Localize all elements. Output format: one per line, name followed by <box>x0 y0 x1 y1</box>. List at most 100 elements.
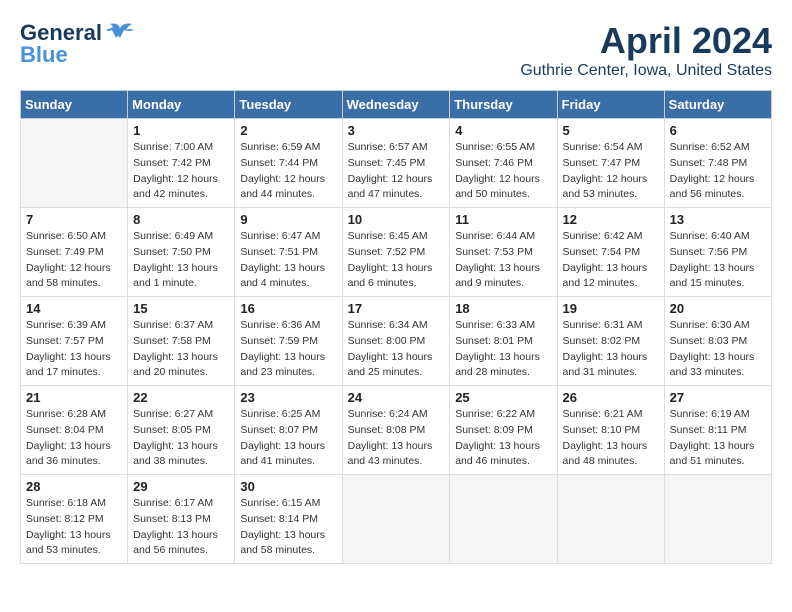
calendar-day-cell <box>450 475 557 564</box>
day-number: 20 <box>670 301 766 316</box>
day-number: 14 <box>26 301 122 316</box>
day-of-week-header: Sunday <box>21 91 128 119</box>
day-number: 23 <box>240 390 336 405</box>
calendar-day-cell: 14 Sunrise: 6:39 AM Sunset: 7:57 PM Dayli… <box>21 297 128 386</box>
day-info: Sunrise: 6:22 AM Sunset: 8:09 PM Dayligh… <box>455 407 551 470</box>
calendar-day-cell: 15 Sunrise: 6:37 AM Sunset: 7:58 PM Dayli… <box>128 297 235 386</box>
calendar-day-cell: 30Sunrise: 6:15 AM Sunset: 8:14 PM Dayli… <box>235 475 342 564</box>
day-info: Sunrise: 6:39 AM Sunset: 7:57 PM Dayligh… <box>26 318 122 381</box>
day-number: 15 <box>133 301 229 316</box>
day-number: 12 <box>563 212 659 227</box>
day-info: Sunrise: 6:54 AM Sunset: 7:47 PM Dayligh… <box>563 140 659 203</box>
calendar-day-cell: 3Sunrise: 6:57 AM Sunset: 7:45 PM Daylig… <box>342 119 450 208</box>
calendar-day-cell: 10Sunrise: 6:45 AM Sunset: 7:52 PM Dayli… <box>342 208 450 297</box>
day-number: 21 <box>26 390 122 405</box>
day-number: 25 <box>455 390 551 405</box>
day-number: 22 <box>133 390 229 405</box>
calendar-day-cell <box>557 475 664 564</box>
day-number: 17 <box>348 301 445 316</box>
calendar-day-cell: 8Sunrise: 6:49 AM Sunset: 7:50 PM Daylig… <box>128 208 235 297</box>
day-info: Sunrise: 6:47 AM Sunset: 7:51 PM Dayligh… <box>240 229 336 292</box>
day-info: Sunrise: 6:45 AM Sunset: 7:52 PM Dayligh… <box>348 229 445 292</box>
calendar-day-cell: 12Sunrise: 6:42 AM Sunset: 7:54 PM Dayli… <box>557 208 664 297</box>
day-info: Sunrise: 6:59 AM Sunset: 7:44 PM Dayligh… <box>240 140 336 203</box>
calendar-day-cell: 2 Sunrise: 6:59 AM Sunset: 7:44 PM Daylig… <box>235 119 342 208</box>
calendar-day-cell: 22Sunrise: 6:27 AM Sunset: 8:05 PM Dayli… <box>128 386 235 475</box>
day-info: Sunrise: 6:34 AM Sunset: 8:00 PM Dayligh… <box>348 318 445 381</box>
day-info: Sunrise: 6:19 AM Sunset: 8:11 PM Dayligh… <box>670 407 766 470</box>
page-title: April 2024 <box>520 20 772 62</box>
day-number: 27 <box>670 390 766 405</box>
day-number: 9 <box>240 212 336 227</box>
day-info: Sunrise: 6:18 AM Sunset: 8:12 PM Dayligh… <box>26 496 122 559</box>
day-of-week-header: Wednesday <box>342 91 450 119</box>
calendar-day-cell: 29 Sunrise: 6:17 AM Sunset: 8:13 PM Dayli… <box>128 475 235 564</box>
page-subtitle: Guthrie Center, Iowa, United States <box>520 62 772 80</box>
day-number: 1 <box>133 123 229 138</box>
calendar-day-cell: 21 Sunrise: 6:28 AM Sunset: 8:04 PM Dayli… <box>21 386 128 475</box>
day-info: Sunrise: 6:44 AM Sunset: 7:53 PM Dayligh… <box>455 229 551 292</box>
logo-bird-icon <box>106 20 134 42</box>
calendar-day-cell <box>664 475 771 564</box>
day-of-week-header: Monday <box>128 91 235 119</box>
calendar-week-row: 1 Sunrise: 7:00 AM Sunset: 7:42 PM Daylig… <box>21 119 772 208</box>
day-info: Sunrise: 6:17 AM Sunset: 8:13 PM Dayligh… <box>133 496 229 559</box>
calendar-day-cell <box>21 119 128 208</box>
day-number: 19 <box>563 301 659 316</box>
calendar-day-cell: 4 Sunrise: 6:55 AM Sunset: 7:46 PM Daylig… <box>450 119 557 208</box>
day-info: Sunrise: 6:24 AM Sunset: 8:08 PM Dayligh… <box>348 407 445 470</box>
day-number: 6 <box>670 123 766 138</box>
calendar-day-cell: 7 Sunrise: 6:50 AM Sunset: 7:49 PM Daylig… <box>21 208 128 297</box>
calendar-header: SundayMondayTuesdayWednesdayThursdayFrid… <box>21 91 772 119</box>
calendar-day-cell: 20 Sunrise: 6:30 AM Sunset: 8:03 PM Dayli… <box>664 297 771 386</box>
day-info: Sunrise: 6:28 AM Sunset: 8:04 PM Dayligh… <box>26 407 122 470</box>
day-number: 26 <box>563 390 659 405</box>
calendar-day-cell: 18 Sunrise: 6:33 AM Sunset: 8:01 PM Dayli… <box>450 297 557 386</box>
day-info: Sunrise: 6:40 AM Sunset: 7:56 PM Dayligh… <box>670 229 766 292</box>
calendar-day-cell: 23 Sunrise: 6:25 AM Sunset: 8:07 PM Dayli… <box>235 386 342 475</box>
day-info: Sunrise: 6:50 AM Sunset: 7:49 PM Dayligh… <box>26 229 122 292</box>
day-info: Sunrise: 6:55 AM Sunset: 7:46 PM Dayligh… <box>455 140 551 203</box>
logo: General Blue <box>20 20 134 68</box>
day-number: 13 <box>670 212 766 227</box>
calendar-day-cell: 25 Sunrise: 6:22 AM Sunset: 8:09 PM Dayli… <box>450 386 557 475</box>
day-number: 3 <box>348 123 445 138</box>
calendar-week-row: 21 Sunrise: 6:28 AM Sunset: 8:04 PM Dayli… <box>21 386 772 475</box>
calendar-day-cell: 27 Sunrise: 6:19 AM Sunset: 8:11 PM Dayli… <box>664 386 771 475</box>
day-info: Sunrise: 6:37 AM Sunset: 7:58 PM Dayligh… <box>133 318 229 381</box>
calendar-week-row: 14 Sunrise: 6:39 AM Sunset: 7:57 PM Dayli… <box>21 297 772 386</box>
day-info: Sunrise: 6:52 AM Sunset: 7:48 PM Dayligh… <box>670 140 766 203</box>
day-number: 16 <box>240 301 336 316</box>
calendar-week-row: 7 Sunrise: 6:50 AM Sunset: 7:49 PM Daylig… <box>21 208 772 297</box>
day-info: Sunrise: 6:36 AM Sunset: 7:59 PM Dayligh… <box>240 318 336 381</box>
day-number: 18 <box>455 301 551 316</box>
day-number: 24 <box>348 390 445 405</box>
day-number: 4 <box>455 123 551 138</box>
day-info: Sunrise: 6:30 AM Sunset: 8:03 PM Dayligh… <box>670 318 766 381</box>
day-info: Sunrise: 6:25 AM Sunset: 8:07 PM Dayligh… <box>240 407 336 470</box>
calendar-week-row: 28Sunrise: 6:18 AM Sunset: 8:12 PM Dayli… <box>21 475 772 564</box>
calendar-day-cell: 28Sunrise: 6:18 AM Sunset: 8:12 PM Dayli… <box>21 475 128 564</box>
day-number: 2 <box>240 123 336 138</box>
day-of-week-header: Saturday <box>664 91 771 119</box>
calendar-body: 1 Sunrise: 7:00 AM Sunset: 7:42 PM Daylig… <box>21 119 772 564</box>
calendar-day-cell: 6 Sunrise: 6:52 AM Sunset: 7:48 PM Daylig… <box>664 119 771 208</box>
day-info: Sunrise: 6:31 AM Sunset: 8:02 PM Dayligh… <box>563 318 659 381</box>
day-info: Sunrise: 6:33 AM Sunset: 8:01 PM Dayligh… <box>455 318 551 381</box>
calendar-day-cell: 19 Sunrise: 6:31 AM Sunset: 8:02 PM Dayli… <box>557 297 664 386</box>
day-number: 5 <box>563 123 659 138</box>
calendar-day-cell: 11 Sunrise: 6:44 AM Sunset: 7:53 PM Dayli… <box>450 208 557 297</box>
day-number: 7 <box>26 212 122 227</box>
calendar-table: SundayMondayTuesdayWednesdayThursdayFrid… <box>20 90 772 564</box>
calendar-day-cell: 9 Sunrise: 6:47 AM Sunset: 7:51 PM Daylig… <box>235 208 342 297</box>
calendar-day-cell: 13 Sunrise: 6:40 AM Sunset: 7:56 PM Dayli… <box>664 208 771 297</box>
day-info: Sunrise: 7:00 AM Sunset: 7:42 PM Dayligh… <box>133 140 229 203</box>
logo-text-blue: Blue <box>20 42 68 68</box>
day-info: Sunrise: 6:15 AM Sunset: 8:14 PM Dayligh… <box>240 496 336 559</box>
calendar-day-cell: 1 Sunrise: 7:00 AM Sunset: 7:42 PM Daylig… <box>128 119 235 208</box>
calendar-day-cell: 16 Sunrise: 6:36 AM Sunset: 7:59 PM Dayli… <box>235 297 342 386</box>
day-number: 29 <box>133 479 229 494</box>
page-header: General Blue April 2024 Guthrie Center, … <box>20 20 772 80</box>
day-number: 11 <box>455 212 551 227</box>
day-of-week-header: Friday <box>557 91 664 119</box>
